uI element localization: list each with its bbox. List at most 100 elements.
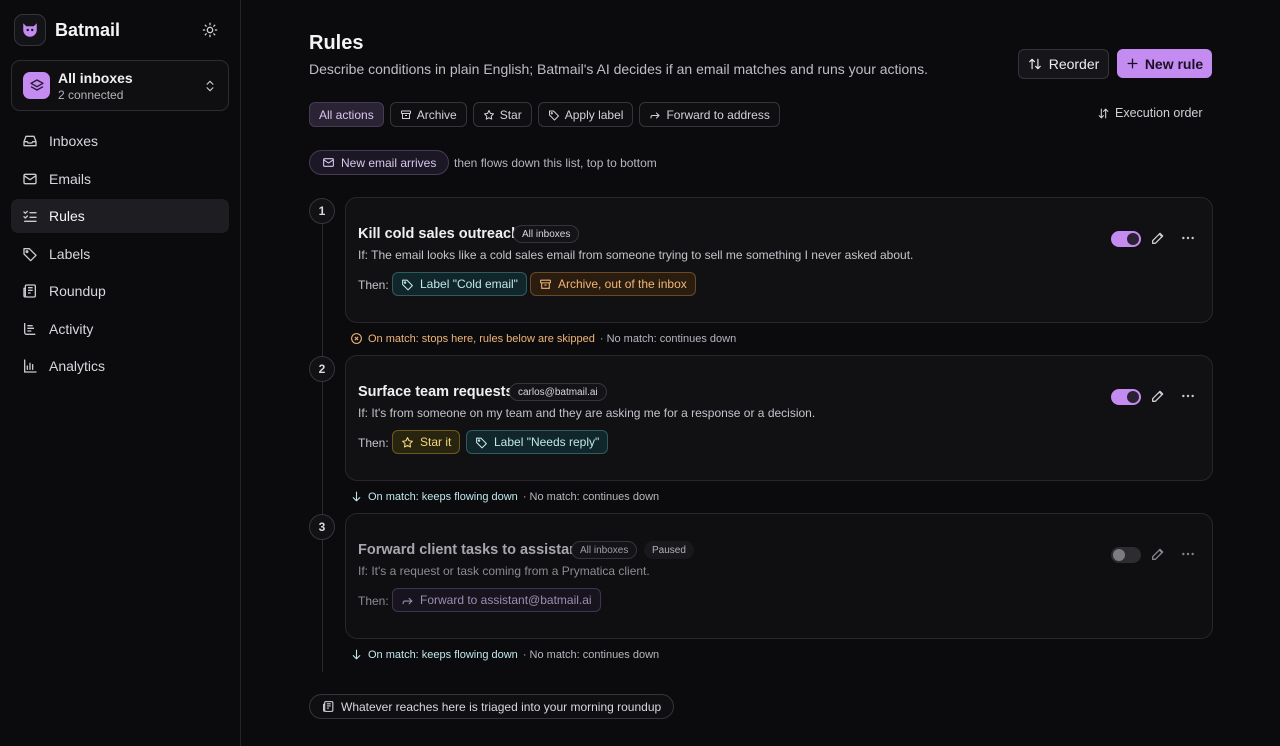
- then-label: Then:: [358, 278, 389, 292]
- action-filters: All actions Archive Star Apply label For…: [309, 102, 780, 127]
- action-chip: Label "Cold email": [392, 272, 527, 296]
- theme-toggle-sun-icon[interactable]: [200, 20, 220, 40]
- sidebar-item-analytics[interactable]: Analytics: [11, 349, 229, 383]
- action-chip: Archive, out of the inbox: [530, 272, 696, 296]
- tag-icon: [401, 278, 414, 291]
- match-outcome: On match: keeps flowing down · No match:…: [350, 648, 659, 661]
- then-label: Then:: [358, 436, 389, 450]
- rule-title: Forward client tasks to assistant: [358, 542, 583, 558]
- filter-archive[interactable]: Archive: [389, 102, 467, 127]
- batmail-logo-icon: [14, 14, 46, 46]
- filter-apply-label[interactable]: Apply label: [537, 102, 634, 127]
- sidebar-item-inboxes[interactable]: Inboxes: [11, 124, 229, 158]
- sidebar-item-roundup[interactable]: Roundup: [11, 274, 229, 308]
- rule-scope-badge: carlos@batmail.ai: [509, 383, 607, 401]
- reorder-button[interactable]: Reorder: [1018, 49, 1109, 79]
- stop-circle-icon: [350, 332, 363, 345]
- no-match-text: · No match: continues down: [599, 332, 737, 345]
- brand[interactable]: Batmail: [14, 14, 120, 46]
- match-outcome: On match: keeps flowing down · No match:…: [350, 490, 659, 503]
- forward-icon: [401, 594, 414, 607]
- sidebar-item-label: Roundup: [49, 283, 106, 299]
- sidebar-nav: Inboxes Emails Rules Labels Roundup Acti…: [11, 124, 229, 387]
- archive-icon: [539, 278, 552, 291]
- chevrons-up-down-icon: [203, 79, 217, 93]
- sidebar-item-rules[interactable]: Rules: [11, 199, 229, 233]
- action-label: Label "Cold email": [420, 277, 518, 291]
- sidebar: Batmail All inboxes 2 connected Inboxes …: [0, 0, 241, 746]
- rule-number: 2: [309, 356, 335, 382]
- no-match-text: · No match: continues down: [522, 648, 660, 661]
- more-horizontal-icon[interactable]: [1180, 546, 1196, 562]
- layers-icon: [23, 72, 50, 99]
- main-content: Rules Describe conditions in plain Engli…: [241, 0, 1280, 746]
- pencil-icon[interactable]: [1150, 230, 1166, 246]
- action-label: Archive, out of the inbox: [558, 277, 687, 291]
- action-label: Label "Needs reply": [494, 435, 600, 449]
- trigger-note: then flows down this list, top to bottom: [454, 156, 657, 170]
- bar-chart-icon: [22, 358, 38, 374]
- sidebar-item-label: Labels: [49, 245, 91, 262]
- timeline-line: [322, 210, 323, 672]
- sidebar-item-activity[interactable]: Activity: [11, 312, 229, 346]
- mail-icon: [322, 156, 335, 169]
- mail-icon: [22, 171, 38, 187]
- no-match-text: · No match: continues down: [522, 490, 660, 503]
- more-horizontal-icon[interactable]: [1180, 388, 1196, 404]
- pencil-icon[interactable]: [1150, 546, 1166, 562]
- filter-all-actions[interactable]: All actions: [309, 102, 384, 127]
- rule-enabled-toggle[interactable]: [1111, 389, 1141, 405]
- rule-card[interactable]: Surface team requests carlos@batmail.ai …: [345, 355, 1213, 481]
- arrow-down-icon: [350, 490, 363, 503]
- trigger-label: New email arrives: [341, 155, 437, 170]
- filter-label: Forward to address: [666, 107, 770, 122]
- execution-order-label: Execution order: [1115, 106, 1203, 120]
- tag-icon: [548, 109, 560, 121]
- page-subtitle: Describe conditions in plain English; Ba…: [309, 61, 928, 77]
- inbox-switcher-subtitle: 2 connected: [58, 87, 124, 102]
- rule-title: Kill cold sales outreach: [358, 226, 520, 242]
- filter-forward[interactable]: Forward to address: [639, 102, 780, 127]
- sidebar-item-label: Emails: [49, 170, 92, 187]
- sidebar-item-label: Rules: [49, 208, 85, 224]
- on-match-text: On match: keeps flowing down: [368, 490, 518, 503]
- match-outcome: On match: stops here, rules below are sk…: [350, 332, 736, 345]
- sidebar-item-label: Inboxes: [49, 133, 99, 149]
- list-check-icon: [22, 208, 38, 224]
- plus-icon: [1126, 57, 1139, 70]
- sort-icon: [1097, 107, 1110, 120]
- filter-label: All actions: [319, 107, 374, 122]
- filter-label: Apply label: [564, 107, 624, 122]
- star-icon: [483, 109, 495, 121]
- more-horizontal-icon[interactable]: [1180, 230, 1196, 246]
- sidebar-item-emails[interactable]: Emails: [11, 162, 229, 196]
- reorder-label: Reorder: [1048, 56, 1100, 72]
- sidebar-item-label: Activity: [49, 320, 94, 337]
- newspaper-icon: [322, 700, 335, 713]
- filter-label: Star: [499, 107, 522, 122]
- rule-enabled-toggle[interactable]: [1111, 547, 1141, 563]
- status-badge: Paused: [644, 541, 694, 559]
- filter-star[interactable]: Star: [472, 102, 532, 127]
- pencil-icon[interactable]: [1150, 388, 1166, 404]
- forward-icon: [649, 109, 661, 121]
- action-chip: Star it: [392, 430, 461, 454]
- tag-icon: [475, 436, 488, 449]
- rule-enabled-toggle[interactable]: [1111, 231, 1141, 247]
- on-match-text: On match: keeps flowing down: [368, 648, 518, 661]
- rule-condition: If: It's from someone on my team and the…: [358, 406, 816, 420]
- sidebar-item-labels[interactable]: Labels: [11, 237, 229, 271]
- rule-scope-badge: All inboxes: [513, 225, 580, 243]
- rule-title: Surface team requests: [358, 384, 514, 400]
- rule-card[interactable]: Forward client tasks to assistant All in…: [345, 513, 1213, 639]
- inbox-icon: [22, 133, 38, 149]
- star-icon: [401, 436, 414, 449]
- execution-order-sort[interactable]: Execution order: [1097, 106, 1203, 120]
- rule-card[interactable]: Kill cold sales outreach All inboxes If:…: [345, 197, 1213, 323]
- new-rule-label: New rule: [1144, 55, 1204, 72]
- inbox-switcher[interactable]: All inboxes 2 connected: [11, 60, 229, 111]
- new-rule-button[interactable]: New rule: [1117, 49, 1212, 78]
- then-label: Then:: [358, 594, 389, 608]
- sidebar-item-label: Analytics: [49, 358, 106, 374]
- rule-number: 1: [309, 198, 335, 224]
